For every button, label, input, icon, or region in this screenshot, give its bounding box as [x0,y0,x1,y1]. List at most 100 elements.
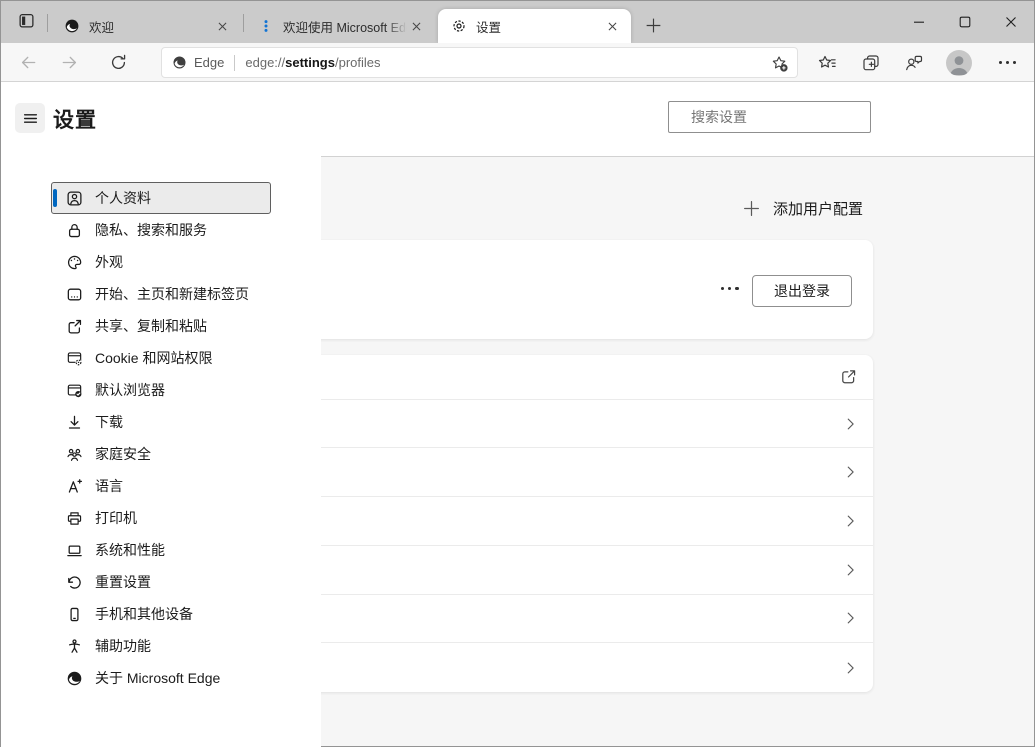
settings-list-item[interactable] [251,400,873,449]
tab-title: 设置 [476,20,502,35]
forward-button[interactable] [52,47,86,78]
sidebar-item-profile[interactable]: 个人资料 [51,182,271,214]
settings-sidebar: 设置 个人资料 隐私、搜索和服务 外观 开始、主页和新建标签页 共享、复制和粘贴 [1,82,321,748]
collections-icon [863,54,879,70]
tab-close-button[interactable] [407,17,425,35]
settings-list-item[interactable] [251,595,873,644]
reload-button[interactable] [101,47,135,78]
avatar [946,50,972,76]
tab-welcome[interactable]: 欢迎 [51,9,241,43]
sidebar-item-languages[interactable]: 语言 [51,470,271,502]
gear-icon [451,18,467,34]
sidebar-item-printers[interactable]: 打印机 [51,502,271,534]
tab-settings-active[interactable]: 设置 [438,9,631,43]
vertical-tabs-button[interactable] [12,10,40,36]
back-arrow-icon [21,56,35,69]
add-profile-label: 添加用户配置 [773,200,864,218]
close-icon [412,22,420,30]
sidebar-item-appearance[interactable]: 外观 [51,246,271,278]
start-page-icon [66,286,83,303]
sidebar-item-cookies-site-permissions[interactable]: Cookie 和网站权限 [51,342,271,374]
sidebar-item-reset-settings[interactable]: 重置设置 [51,566,271,598]
settings-list-item[interactable] [251,355,873,400]
settings-list-item[interactable] [251,643,873,692]
forward-arrow-icon [62,56,76,69]
profile-avatar-button[interactable] [945,50,973,76]
share-icon [66,318,83,335]
settings-list-item[interactable] [251,448,873,498]
add-profile-button[interactable]: 添加用户配置 [742,196,863,220]
tab-title: 欢迎使用 Microsoft Edg [283,20,407,35]
site-label: Edge [194,55,225,70]
collections-button[interactable] [855,47,887,78]
download-icon [66,414,83,431]
profile-icon [66,190,83,207]
page-title: 设置 [53,109,97,132]
feedback-person-chat-button[interactable] [898,47,930,78]
star-plus-icon [772,56,788,72]
sign-out-button[interactable]: 退出登录 [752,275,852,307]
chevron-right-icon [843,611,858,626]
back-button[interactable] [11,47,45,78]
chevron-right-icon [843,416,858,431]
settings-more-button[interactable] [991,47,1023,78]
plus-icon [646,18,661,33]
sidebar-item-share-copy-paste[interactable]: 共享、复制和粘贴 [51,310,271,342]
sidebar-item-downloads[interactable]: 下载 [51,406,271,438]
sidebar-item-family-safety[interactable]: 家庭安全 [51,438,271,470]
sidebar-item-about-edge[interactable]: 关于 Microsoft Edge [51,662,271,694]
chevron-right-icon [843,660,858,675]
palette-icon [66,254,83,271]
sidebar-item-privacy-search-services[interactable]: 隐私、搜索和服务 [51,214,271,246]
settings-search-box[interactable] [668,101,872,133]
profile-settings-list [251,355,873,692]
edge-logo-icon [66,670,83,687]
close-window-button[interactable] [988,1,1034,43]
tab-title: 欢迎 [89,20,115,35]
tab-welcome-edge[interactable]: 欢迎使用 Microsoft Edg [245,9,435,43]
welcome-page-favicon [258,18,274,34]
browser-window: 欢迎 欢迎使用 Microsoft Edg 设置 Edge edge://set… [0,0,1035,748]
tab-close-button[interactable] [603,17,621,35]
minimize-button[interactable] [896,1,942,43]
person-chat-icon [906,55,923,70]
settings-list-item[interactable] [251,546,873,595]
hamburger-icon [23,113,37,123]
tab-close-button[interactable] [213,17,231,35]
menu-toggle-button[interactable] [15,103,45,133]
site-info-button[interactable]: Edge [172,55,224,70]
profile-card: 退出登录 [251,240,873,339]
maximize-button[interactable] [942,1,988,43]
add-favorite-button[interactable] [765,51,793,76]
sidebar-item-phone-other-devices[interactable]: 手机和其他设备 [51,598,271,630]
titlebar: 欢迎 欢迎使用 Microsoft Edg 设置 [1,1,1034,43]
profile-more-options-button[interactable] [717,283,743,294]
edge-logo-icon [64,18,80,34]
favorites-button[interactable] [811,47,843,78]
sidebar-item-system-performance[interactable]: 系统和性能 [51,534,271,566]
address-bar[interactable]: Edge edge://settings/profiles [161,47,798,78]
chevron-right-icon [843,562,858,577]
reset-icon [66,574,83,591]
edge-logo-icon [173,56,186,69]
laptop-icon [66,542,83,559]
sidebar-item-start-home-newtab[interactable]: 开始、主页和新建标签页 [51,278,271,310]
maximize-icon [959,16,971,28]
new-tab-button[interactable] [640,12,667,39]
address-divider [234,54,236,71]
family-icon [66,446,83,463]
close-icon [1006,17,1016,27]
vertical-tabs-icon [18,12,35,34]
sidebar-item-accessibility[interactable]: 辅助功能 [51,630,271,662]
minimize-icon [914,21,924,23]
printer-icon [66,510,83,527]
ellipsis-icon [998,61,1016,64]
default-browser-icon [66,382,83,399]
settings-search-input[interactable] [691,109,872,125]
site-permissions-icon [66,350,83,367]
settings-list-item[interactable] [251,497,873,546]
accessibility-icon [66,638,83,655]
language-icon [66,478,83,495]
sidebar-item-default-browser[interactable]: 默认浏览器 [51,374,271,406]
plus-icon [744,200,759,216]
